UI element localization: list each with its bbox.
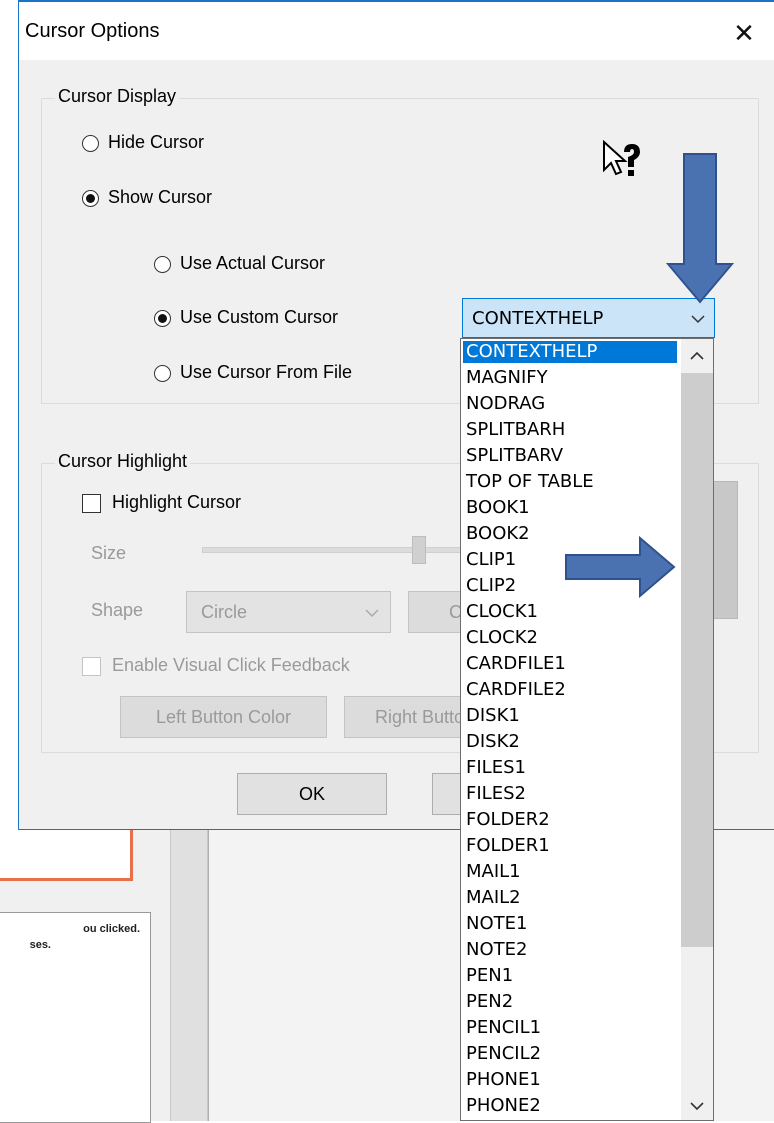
dropdown-item[interactable]: BOOK1 xyxy=(466,497,530,519)
dropdown-item[interactable]: CONTEXTHELP xyxy=(463,341,677,363)
chevron-down-icon xyxy=(691,315,705,324)
dropdown-item[interactable]: FILES2 xyxy=(466,783,526,805)
title-bar: Cursor Options ✕ xyxy=(19,0,774,60)
cursor-highlight-legend: Cursor Highlight xyxy=(55,451,191,472)
size-slider-thumb[interactable] xyxy=(412,536,426,564)
dropdown-item[interactable]: MAGNIFY xyxy=(466,367,548,389)
use-custom-cursor-radio[interactable] xyxy=(154,310,171,327)
dropdown-item[interactable]: PHONE1 xyxy=(466,1069,541,1091)
use-custom-cursor-label[interactable]: Use Custom Cursor xyxy=(180,307,338,328)
annotation-arrow-right-icon xyxy=(565,535,676,599)
dropdown-item[interactable]: PEN1 xyxy=(466,965,513,987)
use-cursor-from-file-radio[interactable] xyxy=(154,365,171,382)
background-note-line-2: ses. xyxy=(29,939,51,951)
dropdown-item[interactable]: CLOCK1 xyxy=(466,601,538,623)
cursor-display-legend: Cursor Display xyxy=(55,86,180,107)
cursor-dropdown-list[interactable]: CONTEXTHELP MAGNIFY NODRAG SPLITBARH SPLITBA… xyxy=(460,338,714,1121)
enable-visual-click-feedback-label[interactable]: Enable Visual Click Feedback xyxy=(112,655,350,676)
dropdown-item[interactable]: CARDFILE2 xyxy=(466,679,566,701)
scroll-up-icon[interactable] xyxy=(690,351,704,360)
annotation-arrow-down-icon xyxy=(666,153,734,304)
scrollbar-thumb[interactable] xyxy=(681,373,713,947)
dropdown-item[interactable]: NODRAG xyxy=(466,393,545,415)
dropdown-item[interactable]: NOTE1 xyxy=(466,913,527,935)
dropdown-item[interactable]: PEN2 xyxy=(466,991,513,1013)
dropdown-item[interactable]: DISK1 xyxy=(466,705,520,727)
dropdown-item[interactable]: CLIP1 xyxy=(466,549,516,571)
dropdown-item[interactable]: SPLITBARV xyxy=(466,445,563,467)
custom-cursor-combo[interactable]: CONTEXTHELP xyxy=(462,298,715,338)
hide-cursor-label[interactable]: Hide Cursor xyxy=(108,132,204,153)
shape-label: Shape xyxy=(91,600,144,620)
ok-button[interactable]: OK xyxy=(237,773,387,815)
background-note-line-1: ou clicked. xyxy=(83,923,140,935)
dropdown-scrollbar[interactable] xyxy=(681,339,713,1120)
dialog-title: Cursor Options xyxy=(25,20,160,42)
highlight-preview-box xyxy=(712,481,738,619)
background-note-panel: ou clicked. ses. xyxy=(0,912,151,1123)
scroll-down-icon[interactable] xyxy=(690,1102,704,1111)
dropdown-item[interactable]: SPLITBARH xyxy=(466,419,565,441)
dropdown-item[interactable]: TOP OF TABLE xyxy=(466,471,594,493)
dropdown-item[interactable]: FOLDER2 xyxy=(466,809,550,831)
dropdown-item[interactable]: BOOK2 xyxy=(466,523,530,545)
custom-cursor-combo-value: CONTEXTHELP xyxy=(472,308,604,329)
dropdown-item[interactable]: PENCIL2 xyxy=(466,1043,541,1065)
show-cursor-label[interactable]: Show Cursor xyxy=(108,187,212,208)
shape-combo-value: Circle xyxy=(201,602,248,622)
enable-visual-click-feedback-checkbox[interactable] xyxy=(82,657,101,676)
dropdown-item[interactable]: CARDFILE1 xyxy=(466,653,566,675)
dropdown-item[interactable]: MAIL2 xyxy=(466,887,521,909)
context-help-cursor-icon xyxy=(603,140,640,176)
window-top-border xyxy=(18,0,774,2)
dropdown-item[interactable]: CLOCK2 xyxy=(466,627,538,649)
size-label: Size xyxy=(91,543,127,563)
background-column xyxy=(170,830,208,1121)
shape-combo[interactable]: Circle xyxy=(186,591,391,633)
dropdown-item[interactable]: DISK2 xyxy=(466,731,520,753)
dropdown-item[interactable]: MAIL1 xyxy=(466,861,521,883)
dropdown-item[interactable]: CLIP2 xyxy=(466,575,516,597)
left-button-color-button[interactable]: Left Button Color xyxy=(120,696,327,738)
right-button-color-button[interactable]: Right Butto xyxy=(344,696,474,738)
background-document-panel xyxy=(0,830,133,881)
highlight-cursor-label[interactable]: Highlight Cursor xyxy=(112,492,241,513)
dropdown-item[interactable]: FOLDER1 xyxy=(466,835,550,857)
dropdown-item[interactable]: PENCIL1 xyxy=(466,1017,541,1039)
hide-cursor-radio[interactable] xyxy=(82,135,99,152)
chevron-down-icon xyxy=(365,609,379,618)
use-actual-cursor-label[interactable]: Use Actual Cursor xyxy=(180,253,325,274)
use-cursor-from-file-label[interactable]: Use Cursor From File xyxy=(180,362,352,383)
dropdown-item[interactable]: PHONE2 xyxy=(466,1095,541,1117)
use-actual-cursor-radio[interactable] xyxy=(154,256,171,273)
close-button[interactable]: ✕ xyxy=(724,13,764,53)
highlight-cursor-checkbox[interactable] xyxy=(82,494,101,513)
dropdown-item[interactable]: FILES1 xyxy=(466,757,526,779)
show-cursor-radio[interactable] xyxy=(82,190,99,207)
highlight-color-button[interactable]: C xyxy=(408,591,468,633)
dropdown-item[interactable]: NOTE2 xyxy=(466,939,527,961)
